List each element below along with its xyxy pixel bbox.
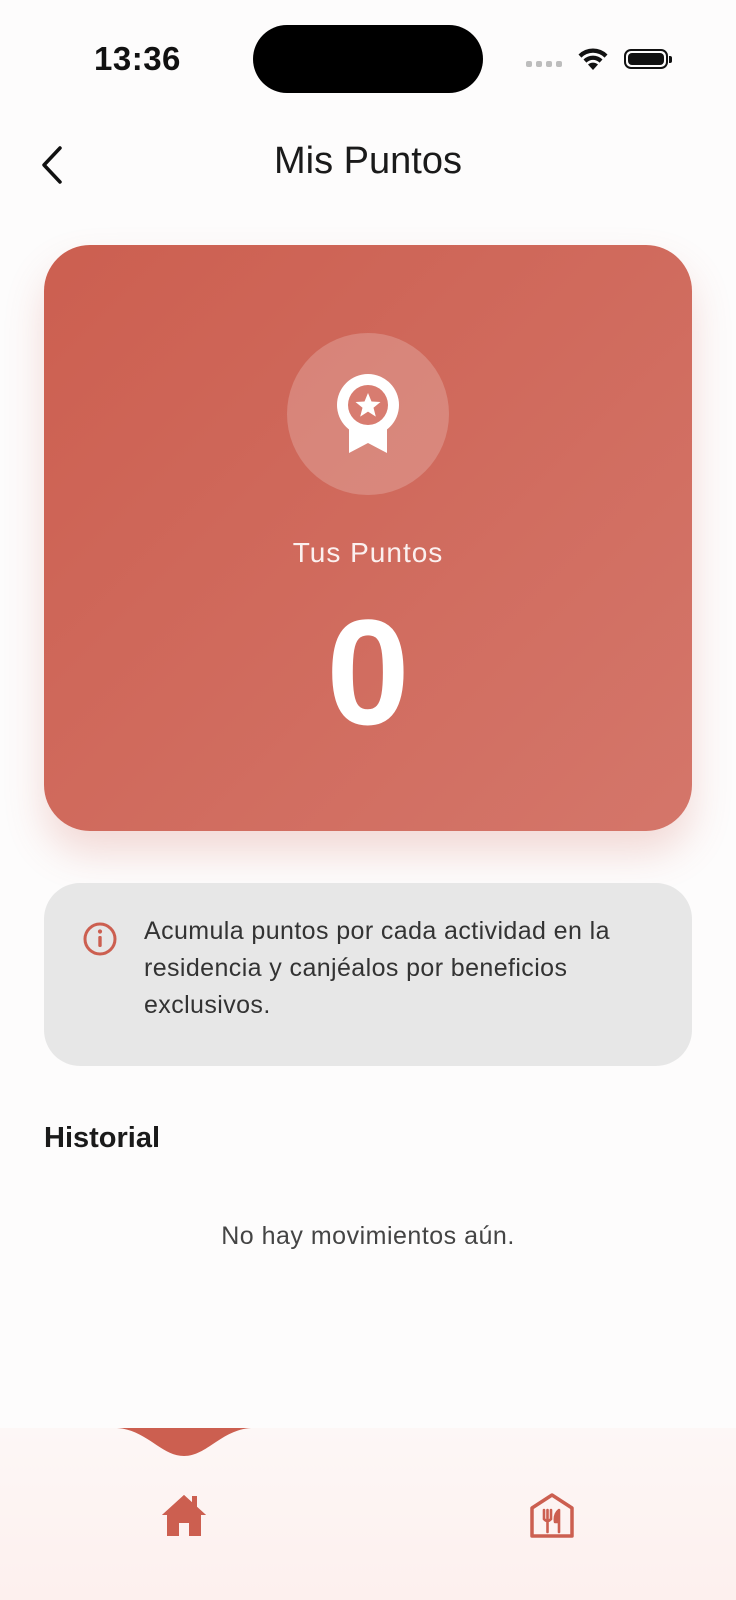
dynamic-island <box>253 25 483 93</box>
page-title: Mis Puntos <box>274 140 462 182</box>
points-label: Tus Puntos <box>292 537 444 568</box>
points-value: 0 <box>326 588 410 756</box>
nav-active-indicator <box>117 1428 251 1456</box>
nav-home[interactable] <box>158 1490 210 1542</box>
info-circle-icon <box>83 922 117 956</box>
award-badge-icon <box>337 374 399 453</box>
bottom-navigation <box>0 1428 736 1600</box>
battery-icon <box>624 49 672 69</box>
status-time: 13:36 <box>94 40 181 77</box>
badge-circle <box>287 333 449 495</box>
status-icons <box>526 44 672 74</box>
wifi-icon <box>578 48 608 70</box>
home-icon <box>162 1495 206 1536</box>
signal-dots-icon <box>526 61 562 67</box>
restaurant-icon <box>530 1493 574 1538</box>
info-box: Acumula puntos por cada actividad en la … <box>44 883 692 1066</box>
info-text: Acumula puntos por cada actividad en la … <box>144 917 610 1019</box>
points-card: Tus Puntos 0 <box>44 245 692 831</box>
nav-restaurant[interactable] <box>526 1490 578 1542</box>
history-title: Historial <box>44 1122 161 1154</box>
history-empty-message: No hay movimientos aún. <box>221 1222 515 1250</box>
